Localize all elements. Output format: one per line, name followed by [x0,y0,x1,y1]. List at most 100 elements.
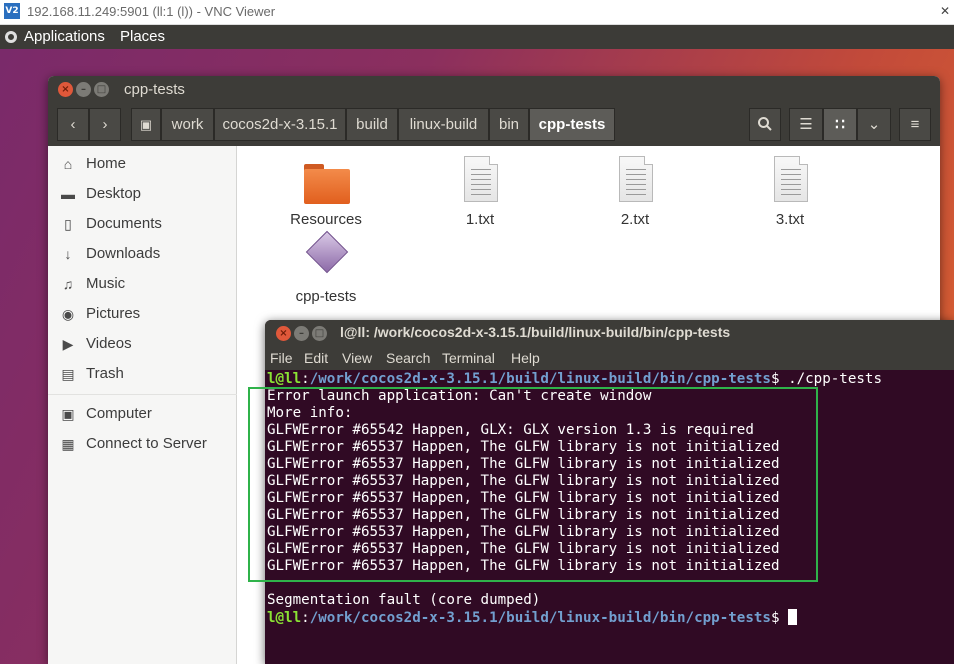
text-file-icon [774,156,808,202]
vnc-logo-icon: V2 [4,3,20,19]
prompt-line: l@ll:/work/cocos2d-x-3.15.1/build/linux-… [267,609,798,626]
hamburger-icon: ≡ [910,116,920,133]
sidebar-item-label: Videos [86,335,132,352]
file-manager-header: × – □ cpp-tests ‹ › ▣ work cocos2d-x-3.1… [48,76,940,146]
executable-icon [305,230,349,274]
breadcrumb-linux-build[interactable]: linux-build [398,108,489,141]
places-menu[interactable]: Places [120,28,165,45]
sidebar-item-label: Desktop [86,185,142,202]
file-name: cpp-tests [295,288,357,305]
vnc-window-title: 192.168.11.249:5901 (ll:1 (l)) - VNC Vie… [27,4,276,19]
search-button[interactable] [749,108,781,141]
chevron-right-icon: › [102,116,108,133]
sidebar-item-documents[interactable]: ▯ Documents [48,210,237,238]
download-icon: ↓ [64,246,72,262]
sidebar-item-home[interactable]: ⌂ Home [48,150,237,178]
home-icon: ⌂ [63,156,73,172]
menu-search[interactable]: Search [386,350,430,366]
sidebar-item-label: Computer [86,405,152,422]
text-cursor [788,609,798,625]
sidebar-item-computer[interactable]: ▣ Computer [48,400,237,428]
file-name: 1.txt [465,211,495,228]
text-file-icon [464,156,498,202]
file-item-resources[interactable]: Resources [266,154,386,234]
back-button[interactable]: ‹ [57,108,89,141]
breadcrumb-build[interactable]: build [346,108,398,141]
menu-view[interactable]: View [342,350,372,366]
trash-icon: ▤ [61,366,75,382]
forward-button[interactable]: › [89,108,121,141]
prompt-user: l@ll [267,610,302,626]
sidebar-item-label: Documents [86,215,162,232]
server-icon: ▦ [61,436,75,452]
sidebar-item-pictures[interactable]: ◉ Pictures [48,300,237,328]
breadcrumb-work[interactable]: work [161,108,214,141]
app-menu-button[interactable]: ≡ [899,108,931,141]
terminal-maximize-button[interactable]: □ [312,326,327,341]
prompt-separator: : [301,610,310,626]
file-item-3-txt[interactable]: 3.txt [730,154,850,234]
menu-help[interactable]: Help [511,350,540,366]
menu-file[interactable]: File [270,350,293,366]
folder-icon [304,164,350,204]
sidebar-item-downloads[interactable]: ↓ Downloads [48,240,237,268]
breadcrumb-cpp-tests[interactable]: cpp-tests [529,108,615,141]
window-close-button[interactable]: × [58,82,73,97]
drive-icon: ▣ [139,117,153,132]
terminal-title: l@ll: /work/cocos2d-x-3.15.1/build/linux… [340,324,731,340]
sidebar-item-label: Connect to Server [86,435,207,452]
file-manager-title: cpp-tests [124,81,185,98]
menu-edit[interactable]: Edit [304,350,328,366]
grid-icon: ∷ [835,116,845,133]
terminal-menubar: File Edit View Search Terminal Help [265,346,954,370]
music-icon: ♫ [62,276,74,292]
terminal-header: × – □ l@ll: /work/cocos2d-x-3.15.1/build… [265,320,954,346]
camera-icon: ◉ [61,306,75,322]
window-minimize-button[interactable]: – [76,82,91,97]
chevron-down-icon: ⌄ [867,116,881,133]
terminal-minimize-button[interactable]: – [294,326,309,341]
view-options-button[interactable]: ⌄ [857,108,891,141]
error-highlight-box [248,387,818,582]
path-root-button[interactable]: ▣ [131,108,161,141]
prompt-path: /work/cocos2d-x-3.15.1/build/linux-build… [309,610,771,626]
sidebar-item-desktop[interactable]: ▬ Desktop [48,180,237,208]
grid-view-button[interactable]: ∷ [823,108,857,141]
file-item-1-txt[interactable]: 1.txt [420,154,540,234]
sidebar-item-label: Downloads [86,245,161,262]
prompt-path: /work/cocos2d-x-3.15.1/build/linux-build… [309,371,771,387]
applications-icon[interactable] [5,31,17,43]
text-file-icon [619,156,653,202]
command-line: l@ll:/work/cocos2d-x-3.15.1/build/linux-… [267,371,882,388]
window-maximize-button[interactable]: □ [94,82,109,97]
sidebar-item-trash[interactable]: ▤ Trash [48,360,237,388]
prompt-user: l@ll [267,371,302,387]
prompt-separator: : [301,371,310,387]
file-item-2-txt[interactable]: 2.txt [575,154,695,234]
file-name: 3.txt [775,211,805,228]
sidebar-item-label: Pictures [86,305,141,322]
vnc-close-icon[interactable]: ✕ [940,4,950,18]
terminal-close-button[interactable]: × [276,326,291,341]
sidebar-item-videos[interactable]: ▶ Videos [48,330,237,358]
computer-icon: ▣ [61,406,75,422]
list-view-button[interactable]: ☰ [789,108,823,141]
sidebar-item-music[interactable]: ♫ Music [48,270,237,298]
file-item-cpp-tests[interactable]: cpp-tests [266,230,386,311]
applications-menu[interactable]: Applications [24,28,105,45]
output-line: Segmentation fault (core dumped) [267,592,541,608]
breadcrumb-cocos2d[interactable]: cocos2d-x-3.15.1 [214,108,346,141]
chevron-left-icon: ‹ [70,116,76,133]
prompt-symbol: $ [770,371,789,387]
sidebar-item-connect-to-server[interactable]: ▦ Connect to Server [48,430,237,458]
desktop-icon: ▬ [61,186,75,202]
search-icon [758,117,772,131]
prompt-symbol: $ [770,610,789,626]
breadcrumb-bin[interactable]: bin [489,108,529,141]
sidebar-divider [48,394,237,395]
places-sidebar: ⌂ Home ▬ Desktop ▯ Documents ↓ Downloads… [48,146,237,664]
sidebar-item-label: Music [86,275,126,292]
menu-terminal[interactable]: Terminal [442,350,495,366]
list-icon: ☰ [799,116,813,133]
sidebar-item-label: Trash [86,365,124,382]
